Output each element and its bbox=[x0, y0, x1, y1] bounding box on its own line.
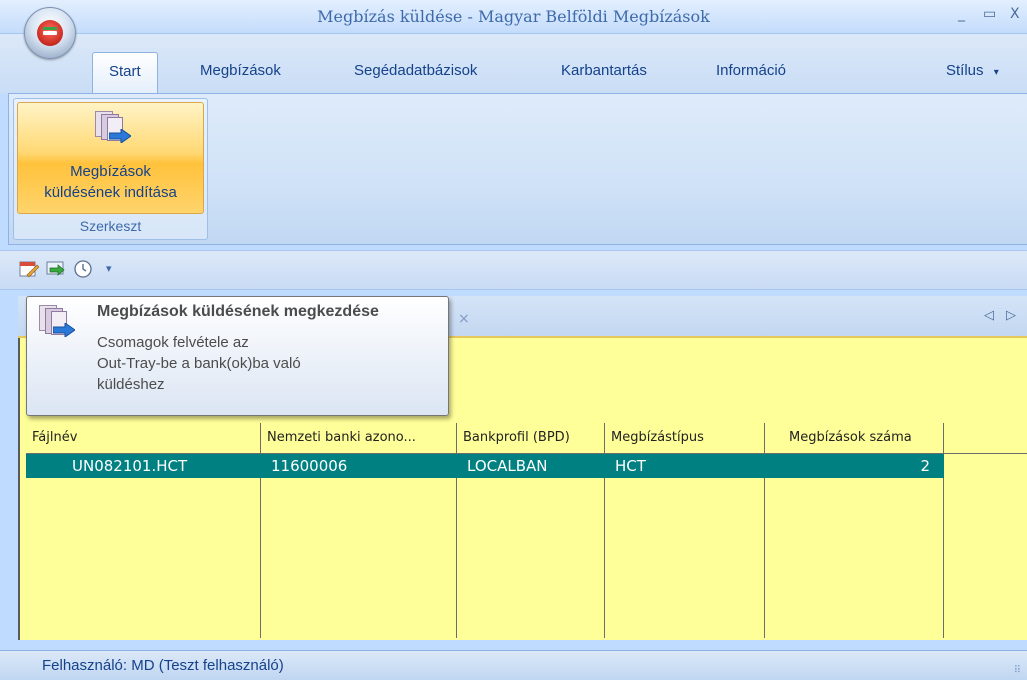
status-bar: Felhasználó: MD (Teszt felhasználó) ⠿ bbox=[0, 650, 1027, 680]
ribbon-panel: Megbízások küldésének indítása Szerkeszt bbox=[8, 93, 1027, 245]
column-header-filename[interactable]: Fájlnév bbox=[26, 423, 261, 454]
tab-prev-icon[interactable]: ◁ bbox=[984, 308, 1006, 323]
column-header-bank-id[interactable]: Nemzeti banki azono... bbox=[261, 423, 457, 454]
title-bar: Megbízás küldése - Magyar Belföldi Megbí… bbox=[0, 0, 1027, 34]
cell-type: HCT bbox=[615, 457, 646, 475]
style-menu[interactable]: Stílus ▾ bbox=[946, 62, 999, 79]
documents-send-icon bbox=[39, 305, 75, 341]
chevron-down-icon: ▾ bbox=[993, 67, 999, 78]
style-menu-label: Stílus bbox=[946, 62, 984, 79]
history-clock-icon[interactable] bbox=[73, 259, 93, 279]
group-label: Szerkeszt bbox=[79, 218, 142, 234]
column-header-bank-profile[interactable]: Bankprofil (BPD) bbox=[457, 423, 605, 454]
close-icon[interactable]: × bbox=[458, 311, 470, 327]
tooltip-body-line: Out-Tray-be a bank(ok)ba való bbox=[97, 355, 301, 372]
tab-next-icon[interactable]: ▷ bbox=[1006, 308, 1027, 323]
column-header-type[interactable]: Megbízástípus bbox=[605, 423, 765, 454]
maximize-button[interactable]: ▭ bbox=[983, 6, 996, 22]
qat-customize-icon[interactable]: ▾ bbox=[106, 262, 112, 275]
application-menu-button[interactable] bbox=[24, 7, 76, 59]
tab-karbantartas[interactable]: Karbantartás bbox=[561, 62, 647, 79]
tooltip-body: Csomagok felvétele az Out-Tray-be a bank… bbox=[97, 332, 397, 395]
window-title: Megbízás küldése - Magyar Belföldi Megbí… bbox=[317, 7, 710, 26]
ribbon-tabs: Start Megbízások Segédadatbázisok Karban… bbox=[0, 34, 1027, 94]
tooltip-title: Megbízások küldésének megkezdése bbox=[97, 303, 379, 320]
resize-grip-icon[interactable]: ⠿ bbox=[1014, 665, 1021, 676]
grid-header: Fájlnév Nemzeti banki azono... Bankprofi… bbox=[26, 423, 1027, 454]
start-sending-label-line1: Megbízások bbox=[70, 163, 151, 180]
tab-segedadatbazisok[interactable]: Segédadatbázisok bbox=[354, 62, 477, 79]
send-icon[interactable] bbox=[46, 259, 66, 279]
app-logo-icon bbox=[37, 20, 63, 46]
minimize-button[interactable]: _ bbox=[958, 6, 965, 22]
transfers-grid: Fájlnév Nemzeti banki azono... Bankprofi… bbox=[26, 423, 1027, 641]
ribbon-group-szerkeszt: Megbízások küldésének indítása Szerkeszt bbox=[13, 98, 208, 240]
start-sending-button[interactable]: Megbízások küldésének indítása bbox=[17, 102, 204, 214]
start-sending-label-line2: küldésének indítása bbox=[44, 184, 177, 201]
tooltip-body-line: küldéshez bbox=[97, 376, 165, 393]
tab-informacio[interactable]: Információ bbox=[716, 62, 786, 79]
quick-access-toolbar bbox=[0, 250, 1027, 290]
cell-bank-id: 11600006 bbox=[271, 457, 348, 475]
cell-filename: UN082101.HCT bbox=[72, 457, 188, 475]
tab-megbizasok[interactable]: Megbízások bbox=[200, 62, 281, 79]
documents-send-icon bbox=[95, 111, 131, 147]
cell-count: 2 bbox=[920, 457, 930, 475]
tooltip: Megbízások küldésének megkezdése Csomago… bbox=[26, 296, 449, 416]
close-button[interactable]: X bbox=[1010, 6, 1020, 22]
status-user: Felhasználó: MD (Teszt felhasználó) bbox=[42, 657, 284, 674]
column-header-count[interactable]: Megbízások száma bbox=[765, 423, 944, 454]
tab-start[interactable]: Start bbox=[92, 52, 158, 94]
tooltip-body-line: Csomagok felvétele az bbox=[97, 334, 249, 351]
edit-form-icon[interactable] bbox=[19, 259, 39, 279]
tab-scroll-arrows: ◁▷ bbox=[984, 308, 1027, 323]
cell-bank-profile: LOCALBAN bbox=[467, 457, 548, 475]
column-header-filler bbox=[944, 423, 1027, 454]
